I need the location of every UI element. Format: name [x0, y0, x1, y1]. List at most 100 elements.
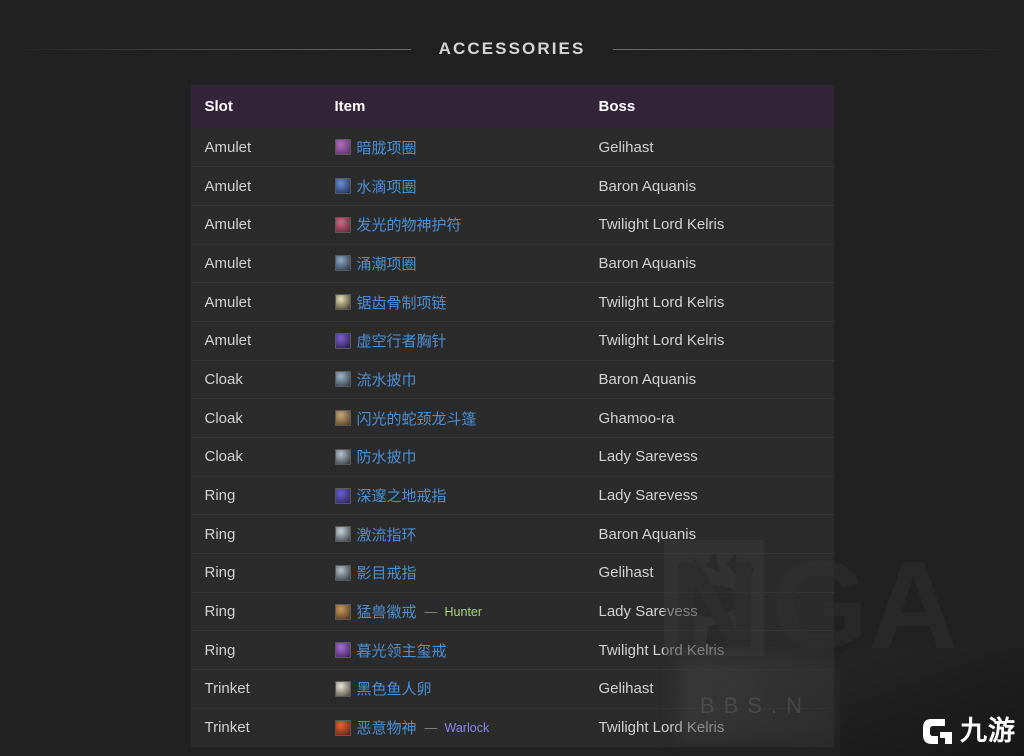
item-cell-content: 锯齿骨制项链 — [334, 292, 585, 313]
item-link[interactable]: 深邃之地戒指 — [357, 485, 447, 506]
cell-slot: Ring — [204, 641, 236, 659]
item-cell-content: 发光的物神护符 — [334, 214, 585, 235]
cell-slot: Cloak — [204, 448, 243, 466]
cell-item: 影目戒指 — [321, 554, 585, 593]
item-link[interactable]: 防水披巾 — [357, 446, 417, 467]
cell-item: 激流指环 — [321, 515, 585, 554]
page-title: ACCESSORIES — [438, 39, 586, 58]
table-row: Cloak 防水披巾 Lady Sarevess — [190, 437, 834, 477]
divider-left — [26, 48, 411, 50]
table-row: Amulet 涌潮项圈 Baron Aquanis — [190, 244, 834, 283]
item-link[interactable]: 猛兽徽戒 — [357, 601, 417, 622]
item-link[interactable]: 锯齿骨制项链 — [357, 292, 447, 313]
table-row: Amulet 发光的物神护符 Twilight Lord Kelris — [190, 205, 834, 245]
cell-slot: Trinket — [204, 680, 250, 698]
item-cell-content: 暮光领主玺戒 — [334, 640, 585, 661]
item-link[interactable]: 涌潮项圈 — [357, 253, 417, 274]
item-link[interactable]: 黑色鱼人卵 — [357, 678, 432, 699]
column-header-item[interactable]: Item — [320, 85, 585, 128]
jiuyou-mark-icon — [923, 719, 952, 744]
item-cell-content: 虚空行者胸针 — [334, 330, 585, 351]
cell-boss: Baron Aquanis — [598, 525, 697, 543]
table-row: Trinket 恶意物神 — Warlock Twilight Lord Kelris — [190, 708, 834, 747]
item-icon — [334, 255, 351, 272]
cell-boss: Baron Aquanis — [598, 254, 697, 272]
cell-item: 涌潮项圈 — [321, 244, 585, 283]
cell-item: 水滴项圈 — [321, 167, 585, 206]
item-link[interactable]: 流水披巾 — [357, 369, 417, 390]
item-icon — [334, 719, 351, 736]
cell-slot: Cloak — [204, 370, 243, 388]
section-header: ACCESSORIES — [0, 0, 1024, 68]
item-cell-content: 影目戒指 — [334, 562, 585, 583]
item-link[interactable]: 闪光的蛇颈龙斗篷 — [357, 408, 477, 429]
item-cell-content: 黑色鱼人卵 — [334, 678, 585, 699]
item-link[interactable]: 激流指环 — [357, 524, 417, 545]
cell-slot: Ring — [204, 603, 236, 621]
item-link[interactable]: 发光的物神护符 — [357, 214, 462, 235]
table-row: Ring 深邃之地戒指 Lady Sarevess — [190, 476, 834, 515]
cell-item: 深邃之地戒指 — [321, 476, 585, 515]
cell-item: 闪光的蛇颈龙斗篷 — [321, 399, 585, 438]
cell-boss: Baron Aquanis — [598, 177, 697, 195]
item-class-tag: Warlock — [444, 720, 490, 735]
cell-item: 锯齿骨制项链 — [321, 283, 585, 322]
cell-item: 猛兽徽戒 — Hunter — [321, 592, 585, 631]
cell-boss: Lady Sarevess — [598, 487, 698, 505]
item-icon — [334, 487, 351, 504]
jiuyou-label: 九游 — [960, 715, 1016, 746]
cell-item: 防水披巾 — [321, 438, 585, 477]
table-row: Amulet 虚空行者胸针 Twilight Lord Kelris — [190, 321, 834, 361]
item-cell-content: 防水披巾 — [334, 446, 585, 467]
cell-slot: Amulet — [204, 332, 252, 350]
cell-slot: Amulet — [204, 177, 252, 195]
item-icon — [334, 526, 351, 543]
item-cell-content: 恶意物神 — Warlock — [334, 717, 585, 738]
accessories-table: Slot Item Boss Amulet 暗胧项圈 Gelihast Amulet 水… — [190, 85, 834, 747]
item-icon — [334, 680, 351, 697]
cell-slot: Amulet — [204, 138, 252, 156]
item-link[interactable]: 水滴项圈 — [357, 176, 417, 197]
item-cell-content: 涌潮项圈 — [334, 253, 585, 274]
item-cell-content: 深邃之地戒指 — [334, 485, 585, 506]
cell-boss: Gelihast — [598, 138, 654, 156]
item-link[interactable]: 暗胧项圈 — [357, 137, 417, 158]
column-header-boss[interactable]: Boss — [584, 85, 834, 128]
cell-item: 虚空行者胸针 — [321, 321, 585, 360]
cell-item: 暮光领主玺戒 — [321, 631, 585, 670]
cell-slot: Amulet — [204, 293, 252, 311]
cell-boss: Gelihast — [598, 680, 654, 698]
cell-boss: Twilight Lord Kelris — [598, 332, 725, 350]
cell-slot: Ring — [204, 487, 236, 505]
table-row: Amulet 暗胧项圈 Gelihast — [190, 128, 834, 167]
item-icon — [334, 564, 351, 581]
table-row: Trinket 黑色鱼人卵 Gelihast — [190, 669, 834, 709]
table-row: Cloak 闪光的蛇颈龙斗篷 Ghamoo-ra — [190, 398, 834, 438]
item-link[interactable]: 暮光领主玺戒 — [357, 640, 447, 661]
class-separator: — — [424, 720, 438, 736]
item-icon — [334, 332, 351, 349]
cell-boss: Lady Sarevess — [598, 603, 698, 621]
accessories-table-container: Slot Item Boss Amulet 暗胧项圈 Gelihast Amulet 水… — [190, 85, 834, 747]
cell-boss: Twilight Lord Kelris — [598, 719, 725, 737]
cell-boss: Twilight Lord Kelris — [598, 216, 725, 234]
item-link[interactable]: 恶意物神 — [357, 717, 417, 738]
table-row: Ring 猛兽徽戒 — Hunter Lady Sarevess — [190, 592, 834, 631]
item-icon — [334, 410, 351, 427]
cell-item: 发光的物神护符 — [321, 205, 585, 244]
cell-item: 黑色鱼人卵 — [321, 670, 585, 709]
cell-slot: Trinket — [204, 719, 250, 737]
table-row: Cloak 流水披巾 Baron Aquanis — [190, 360, 834, 399]
column-header-slot[interactable]: Slot — [190, 85, 321, 128]
item-cell-content: 水滴项圈 — [334, 176, 585, 197]
item-cell-content: 暗胧项圈 — [334, 137, 585, 158]
divider-right — [613, 48, 999, 50]
item-icon — [334, 448, 351, 465]
cell-boss: Baron Aquanis — [598, 370, 697, 388]
table-row: Ring 激流指环 Baron Aquanis — [190, 514, 834, 554]
item-link[interactable]: 影目戒指 — [357, 562, 417, 583]
table-row: Amulet 锯齿骨制项链 Twilight Lord Kelris — [190, 282, 834, 322]
item-icon — [334, 294, 351, 311]
item-icon — [334, 642, 351, 659]
item-link[interactable]: 虚空行者胸针 — [357, 330, 447, 351]
